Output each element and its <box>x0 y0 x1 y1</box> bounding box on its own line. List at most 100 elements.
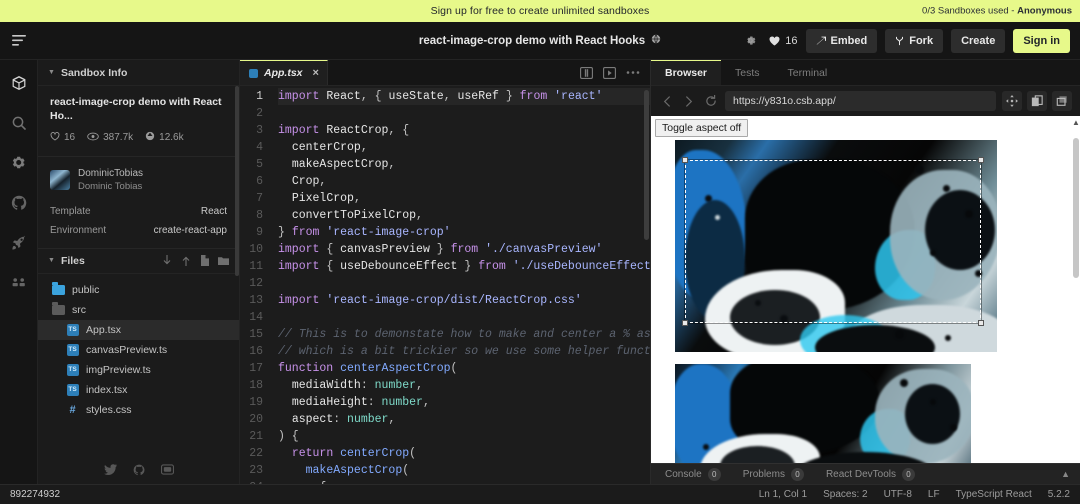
split-editor-icon[interactable] <box>580 66 593 79</box>
social-links <box>38 464 239 476</box>
back-icon[interactable] <box>659 95 675 107</box>
devtools-problems[interactable]: Problems 0 <box>743 467 804 481</box>
author-row[interactable]: DominicTobias Dominic Tobias <box>38 157 239 201</box>
twitter-icon[interactable] <box>103 464 117 476</box>
code-line[interactable]: PixelCrop, <box>278 190 650 207</box>
code-line[interactable]: makeAspectCrop( <box>278 462 650 479</box>
code-line[interactable]: import ReactCrop, { <box>278 122 650 139</box>
reload-icon[interactable] <box>703 95 719 107</box>
menu-icon[interactable] <box>0 35 38 46</box>
code-line[interactable]: // which is a bit trickier so we use som… <box>278 343 650 360</box>
file-row-index-tsx[interactable]: TS index.tsx <box>38 380 239 400</box>
close-icon[interactable]: × <box>313 67 319 79</box>
download-icon[interactable] <box>162 255 172 266</box>
code-line[interactable]: } from 'react-image-crop' <box>278 224 650 241</box>
code-line[interactable] <box>278 309 650 326</box>
line-number: 11 <box>249 260 263 273</box>
crop-handle-top-left[interactable] <box>682 157 688 163</box>
sign-in-button[interactable]: Sign in <box>1013 28 1070 53</box>
more-options-icon[interactable] <box>626 70 640 75</box>
responsive-icon[interactable] <box>1002 91 1022 111</box>
code-line[interactable]: aspect: number, <box>278 411 650 428</box>
discord-icon[interactable] <box>160 464 174 476</box>
crop-handle-bottom-right[interactable] <box>978 320 984 326</box>
explorer-icon[interactable] <box>8 72 30 94</box>
fork-stat-icon <box>145 131 155 144</box>
preview-pane-icon[interactable] <box>603 66 616 79</box>
code-lines[interactable]: import React, { useState, useRef } from … <box>272 88 650 484</box>
promo-text[interactable]: Sign up for free to create unlimited san… <box>431 5 650 17</box>
collaborators-icon[interactable] <box>8 272 30 294</box>
code-line[interactable]: Crop, <box>278 173 650 190</box>
file-row-src[interactable]: src <box>38 300 239 320</box>
code-line[interactable]: import 'react-image-crop/dist/ReactCrop.… <box>278 292 650 309</box>
browser-viewport[interactable]: Toggle aspect off ▲ <box>651 116 1080 463</box>
file-row-imgpreview-ts[interactable]: TS imgPreview.ts <box>38 360 239 380</box>
code-line[interactable]: mediaWidth: number, <box>278 377 650 394</box>
scroll-up-arrow[interactable]: ▲ <box>1072 118 1080 127</box>
github-icon[interactable] <box>8 192 30 214</box>
code-line[interactable]: makeAspectCrop, <box>278 156 650 173</box>
code-line[interactable]: mediaHeight: number, <box>278 394 650 411</box>
author-names: DominicTobias Dominic Tobias <box>78 168 143 192</box>
file-row-app-tsx[interactable]: TS App.tsx <box>38 319 239 340</box>
settings-icon[interactable] <box>8 152 30 174</box>
code-editor: App.tsx × 1 2 3 4 5 6 7 8 9 10 11 12 13 … <box>240 60 650 484</box>
iframe-scrollbar[interactable] <box>1073 138 1079 278</box>
crop-handle-top-right[interactable] <box>978 157 984 163</box>
devtools-console[interactable]: Console 0 <box>665 467 721 481</box>
crop-image[interactable] <box>675 140 997 352</box>
status-version[interactable]: 5.2.2 <box>1048 489 1070 500</box>
status-language-mode[interactable]: TypeScript React <box>956 489 1032 500</box>
code-line[interactable]: { <box>278 479 650 484</box>
file-row-public[interactable]: public <box>38 280 239 300</box>
external-link-icon[interactable] <box>1052 91 1072 111</box>
code-line[interactable]: import React, { useState, useRef } from … <box>278 88 650 105</box>
upload-icon[interactable] <box>181 255 191 267</box>
editor-scrollbar[interactable] <box>644 90 649 240</box>
url-input[interactable]: https://y831o.csb.app/ <box>725 91 996 111</box>
new-file-icon[interactable] <box>200 255 209 267</box>
code-line[interactable] <box>278 275 650 292</box>
new-folder-icon[interactable] <box>218 256 229 266</box>
code-line[interactable]: convertToPixelCrop, <box>278 207 650 224</box>
crop-selection[interactable] <box>682 157 984 326</box>
status-cursor-position[interactable]: Ln 1, Col 1 <box>759 489 807 500</box>
code-line[interactable]: centerCrop, <box>278 139 650 156</box>
status-encoding[interactable]: UTF-8 <box>884 489 912 500</box>
like-counter[interactable]: 16 <box>769 35 798 47</box>
forward-icon[interactable] <box>681 95 697 107</box>
file-row-styles-css[interactable]: # styles.css <box>38 400 239 420</box>
embed-button[interactable]: Embed <box>805 28 878 53</box>
code-line[interactable]: function centerAspectCrop( <box>278 360 650 377</box>
new-window-icon[interactable] <box>1027 91 1047 111</box>
status-indentation[interactable]: Spaces: 2 <box>823 489 867 500</box>
status-line-ending[interactable]: LF <box>928 489 940 500</box>
fork-button[interactable]: Fork <box>885 28 944 53</box>
settings-gear-icon[interactable] <box>739 30 761 52</box>
code-line[interactable]: import { canvasPreview } from './canvasP… <box>278 241 650 258</box>
code-line[interactable]: // This is to demonstate how to make and… <box>278 326 650 343</box>
tab-tests[interactable]: Tests <box>721 60 774 85</box>
deploy-icon[interactable] <box>8 232 30 254</box>
search-icon[interactable] <box>8 112 30 134</box>
create-button[interactable]: Create <box>951 28 1006 53</box>
file-row-canvaspreview-ts[interactable]: TS canvasPreview.ts <box>38 340 239 360</box>
code-line[interactable] <box>278 105 650 122</box>
code-line[interactable]: import { useDebounceEffect } from './use… <box>278 258 650 275</box>
folder-open-icon <box>52 301 65 316</box>
github-icon[interactable] <box>133 464 145 476</box>
code-line[interactable]: return centerCrop( <box>278 445 650 462</box>
files-header[interactable]: ▼ Files <box>38 247 239 274</box>
sandbox-info-header[interactable]: ▼ Sandbox Info <box>38 60 239 86</box>
chevron-up-icon[interactable]: ▲ <box>1061 469 1080 479</box>
crop-handle-bottom-left[interactable] <box>682 320 688 326</box>
sidebar-scrollbar[interactable] <box>235 86 239 276</box>
code-line[interactable]: ) { <box>278 428 650 445</box>
code-area[interactable]: 123456789101112131415161718192021222324 … <box>240 86 650 484</box>
sandbox-id: 892274932 <box>10 489 61 500</box>
tab-browser[interactable]: Browser <box>651 60 722 85</box>
tab-app-tsx[interactable]: App.tsx × <box>240 60 328 85</box>
devtools-react[interactable]: React DevTools 0 <box>826 467 915 481</box>
tab-terminal[interactable]: Terminal <box>774 60 842 85</box>
